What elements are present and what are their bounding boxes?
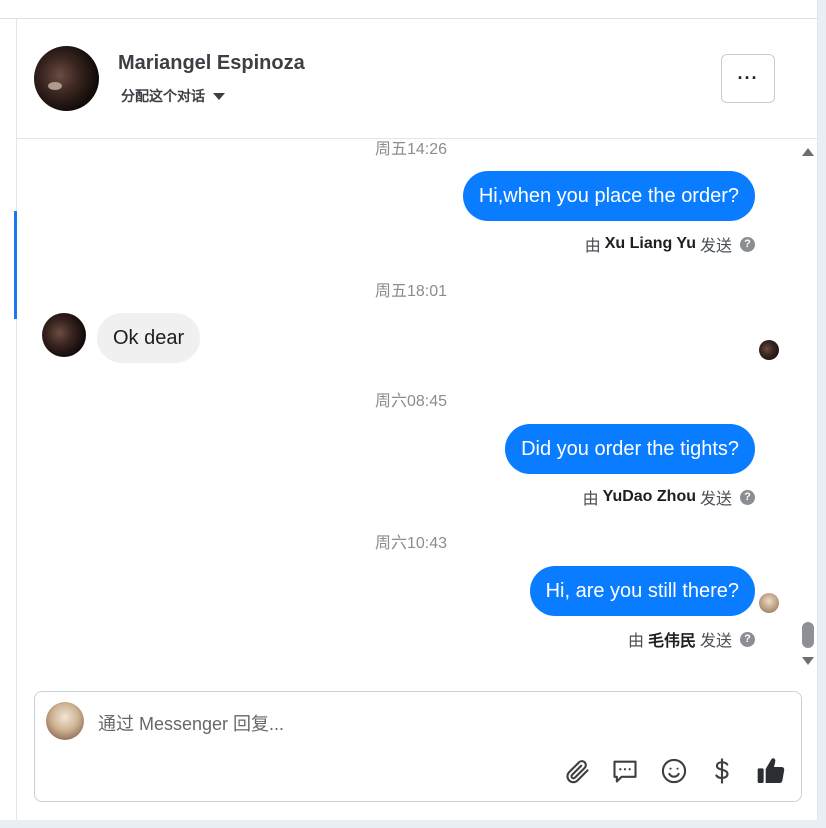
assign-conversation-dropdown[interactable]: 分配这个对话 <box>121 86 225 106</box>
outgoing-message-bubble[interactable]: Hi, are you still there? <box>529 566 755 616</box>
sent-by-suffix: 发送 <box>699 491 732 508</box>
sender-avatar <box>759 593 779 613</box>
sent-by-prefix: 由 <box>582 491 599 508</box>
read-receipt-avatar <box>759 340 779 360</box>
attachment-button[interactable] <box>561 755 593 787</box>
like-button[interactable] <box>755 755 787 787</box>
sent-by-suffix: 发送 <box>699 633 732 650</box>
right-divider <box>817 0 818 820</box>
help-icon[interactable]: ? <box>740 236 755 252</box>
help-icon[interactable]: ? <box>740 489 755 505</box>
payment-icon <box>715 758 729 784</box>
help-icon[interactable]: ? <box>740 631 755 647</box>
scroll-down-arrow[interactable] <box>802 657 814 665</box>
sender-name: YuDao Zhou <box>602 488 696 505</box>
more-icon: ··· <box>737 68 759 88</box>
top-divider <box>0 18 818 19</box>
scrollbar-thumb[interactable] <box>802 622 814 648</box>
outgoing-message-bubble[interactable]: Hi,when you place the order? <box>462 171 755 221</box>
message-timestamp: 周六08:45 <box>375 393 448 410</box>
attachment-icon <box>566 760 589 784</box>
sent-by-line: 由 Xu Liang Yu 发送? <box>585 232 755 256</box>
saved-reply-button[interactable] <box>609 755 641 787</box>
sender-name: 毛伟民 <box>647 633 696 650</box>
sender-name: Xu Liang Yu <box>604 235 696 252</box>
like-icon <box>757 758 785 783</box>
left-divider <box>16 19 17 820</box>
more-options-button[interactable]: ··· <box>721 54 775 103</box>
chevron-down-icon <box>213 92 225 100</box>
message-timestamp: 周五14:26 <box>375 141 448 158</box>
sent-by-prefix: 由 <box>584 238 601 255</box>
sent-by-line: 由 YuDao Zhou 发送? <box>583 485 755 509</box>
scroll-up-arrow[interactable] <box>802 148 814 156</box>
incoming-message-bubble[interactable]: Ok dear <box>97 313 201 363</box>
outgoing-message-bubble[interactable]: Did you order the tights? <box>505 424 755 474</box>
contact-avatar-small <box>42 313 86 357</box>
sent-by-line: 由毛伟民 发送? <box>628 627 755 651</box>
contact-name[interactable]: Mariangel Espinoza <box>118 52 305 75</box>
message-timestamp: 周五18:01 <box>375 283 448 300</box>
saved-reply-icon <box>613 760 637 783</box>
active-indicator <box>14 211 17 319</box>
assign-conversation-label: 分配这个对话 <box>121 88 205 104</box>
reply-input[interactable] <box>98 710 778 738</box>
contact-avatar[interactable] <box>34 46 99 111</box>
emoji-button[interactable] <box>658 755 690 787</box>
sent-by-prefix: 由 <box>627 633 644 650</box>
agent-avatar <box>46 702 84 740</box>
message-timestamp: 周六10:43 <box>375 535 448 552</box>
emoji-icon <box>661 758 687 784</box>
payment-button[interactable] <box>706 755 738 787</box>
sent-by-suffix: 发送 <box>699 238 732 255</box>
